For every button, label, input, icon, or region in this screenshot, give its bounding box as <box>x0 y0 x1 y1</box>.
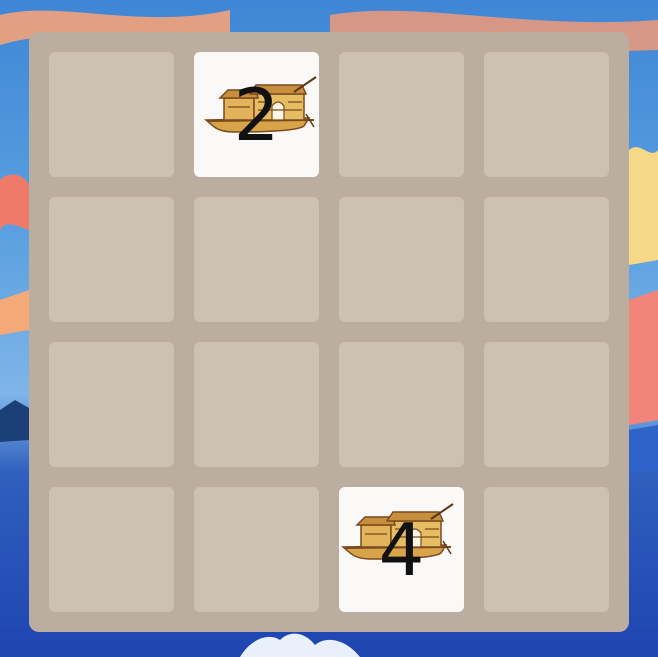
grid-cell <box>49 342 174 467</box>
grid-cell <box>484 487 609 612</box>
tile-value: 4 <box>378 507 425 592</box>
grid-cell <box>194 487 319 612</box>
grid-cell <box>339 342 464 467</box>
grid-cell <box>49 487 174 612</box>
grid-cell <box>339 197 464 322</box>
grid-cell <box>484 52 609 177</box>
grid-cell <box>194 342 319 467</box>
tile-4: 4 <box>339 487 464 612</box>
grid-cell <box>194 197 319 322</box>
grid-cell <box>339 52 464 177</box>
tile-2: 2 <box>194 52 319 177</box>
grid-cell <box>484 342 609 467</box>
tile-value: 2 <box>233 72 280 157</box>
grid-cell <box>49 197 174 322</box>
grid-cell <box>484 197 609 322</box>
grid-cell <box>49 52 174 177</box>
game-board[interactable]: 2 4 <box>29 32 629 632</box>
